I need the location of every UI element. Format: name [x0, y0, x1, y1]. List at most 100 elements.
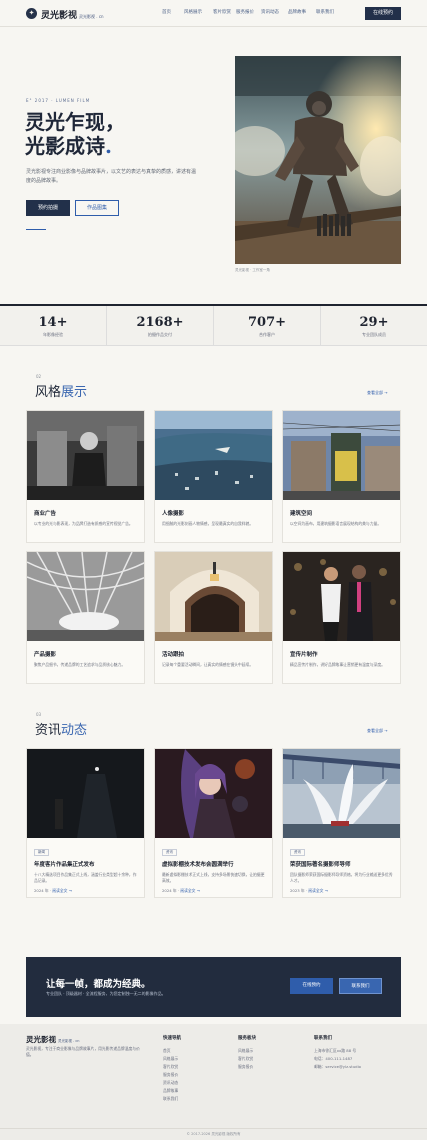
footer-link[interactable]: 资讯动态 [163, 1079, 181, 1087]
news-card-title: 荣获国际著名摄影师导师 [290, 862, 351, 868]
style-card-title: 宣传片制作 [290, 652, 318, 658]
nav-item-brand[interactable]: 品牌故事 [288, 9, 316, 15]
hero-image [235, 56, 401, 264]
style-card-title: 人像摄影 [162, 511, 185, 517]
logo-icon[interactable]: ✦ [26, 8, 37, 19]
styles-title-accent: 展示 [61, 385, 88, 400]
news-title-accent: 动态 [61, 723, 88, 738]
stat-item: 2168+ 拍摄作品交付 [107, 306, 214, 345]
news-card-desc: 最新虚拟影棚技术正式上线，支持多场景快速切换，让拍摄更高效。 [162, 872, 265, 883]
news-tag: 新闻 [34, 849, 49, 856]
cta-banner: 让每一帧，都成为经典。 专业团队 · 顶级器材 · 全流程服务，为您定制独一无二… [26, 957, 401, 1017]
footer-column-title: 服务板块 [238, 1036, 256, 1041]
style-card[interactable]: 人像摄影 用细腻的光影刻画人物情感，呈现最真实的自我样貌。 [154, 410, 273, 543]
nav-item-styles[interactable]: 风格展示 [184, 9, 213, 15]
stat-number: 14+ [38, 315, 68, 330]
footer-logo[interactable]: 灵光影视 灵光影视 . cn [26, 1034, 79, 1045]
hero-title-dot: . [105, 134, 112, 158]
style-card[interactable]: 活动跟拍 记录每个重要活动瞬间，让真实的情感在镜头中延续。 [154, 551, 273, 684]
news-section-title: 资讯动态 [35, 719, 87, 738]
portfolio-button[interactable]: 作品图集 [75, 200, 119, 216]
news-tag: 资讯 [162, 849, 177, 856]
stat-label: 拍摄作品交付 [148, 332, 172, 337]
news-date: 2023 年 [290, 888, 305, 893]
style-card-title: 产品摄影 [34, 652, 57, 658]
news-view-all-link[interactable]: 查看全部 → [367, 728, 388, 734]
news-card-image [283, 749, 400, 838]
news-card-desc: 团队摄影师荣获国际摄影师导师资格，将为行业输送更多优秀人才。 [290, 872, 393, 883]
styles-section-mark: 02 [36, 374, 42, 379]
style-card-desc: 精品宣传片制作，讲好品牌故事让营销更有温度与深度。 [290, 662, 385, 667]
hero-description: 灵光影视专注商业影像与品牌故事片，以文艺的表达与真挚的质感，讲述有温度的品牌故事… [26, 169, 197, 184]
stat-item: 14+ 年影像经验 [0, 306, 107, 345]
site-logo[interactable]: 灵光影视 灵光影视 . cn [41, 8, 104, 21]
style-card-image [283, 552, 400, 641]
style-card-image [27, 552, 144, 641]
logo-subtext: 灵光影视 . cn [79, 14, 104, 19]
footer-link[interactable]: 品牌故事 [163, 1087, 181, 1095]
banner-contact-button[interactable]: 联系我们 [339, 978, 382, 994]
style-card-desc: 聚焦产品细节，传递品牌的工艺追求与品质核心魅力。 [34, 662, 126, 667]
stats-bar: 14+ 年影像经验 2168+ 拍摄作品交付 707+ 合作客户 29+ 专业团队成员 [0, 304, 427, 346]
footer-link[interactable]: 风格展示 [238, 1047, 256, 1055]
news-card[interactable]: 资讯 虚拟影棚技术发布会圆满举行 最新虚拟影棚技术正式上线，支持多场景快速切换，… [154, 748, 273, 898]
hero-caption: 灵光影视 · 工作室一角 [235, 268, 270, 272]
style-card-image [155, 411, 272, 500]
footer-column-title: 快速导航 [163, 1036, 181, 1041]
stat-number: 29+ [359, 315, 389, 330]
news-read-more-link[interactable]: 阅读全文 → [52, 888, 72, 893]
news-card-desc: 十八大精选项目作品集正式上线，涵盖行业类型超十余种，作品记录。 [34, 872, 137, 883]
style-card-desc: 以空间为画布，用建筑摄影语言展现结构的美与力量。 [290, 521, 382, 526]
book-online-button[interactable]: 在线预约 [365, 7, 401, 20]
style-card-title: 活动跟拍 [162, 652, 185, 658]
nav-item-home[interactable]: 首页 [162, 9, 184, 15]
nav-item-gallery[interactable]: 客片欣赏 [213, 9, 236, 15]
news-card[interactable]: 新闻 年度客片作品集正式发布 十八大精选项目作品集正式上线，涵盖行业类型超十余种… [26, 748, 145, 898]
stat-item: 29+ 专业团队成员 [321, 306, 427, 345]
footer-address: 上海市徐汇区xx路 88 号 [314, 1048, 357, 1053]
hero-title: 灵光乍现， 光影成诗. [25, 110, 125, 158]
nav-item-contact[interactable]: 联系我们 [316, 9, 341, 15]
news-date: 2024 年 [34, 888, 49, 893]
style-card[interactable]: 宣传片制作 精品宣传片制作，讲好品牌故事让营销更有温度与深度。 [282, 551, 401, 684]
style-card-image [283, 411, 400, 500]
style-card[interactable]: 产品摄影 聚焦产品细节，传递品牌的工艺追求与品质核心魅力。 [26, 551, 145, 684]
footer-email[interactable]: 邮箱：service@ylz.studio [314, 1063, 361, 1071]
news-card[interactable]: 资讯 荣获国际著名摄影师导师 团队摄影师荣获国际摄影师导师资格，将为行业输送更多… [282, 748, 401, 898]
footer-link[interactable]: 客片欣赏 [238, 1055, 256, 1063]
stat-label: 年影像经验 [43, 332, 63, 337]
news-title-main: 资讯 [35, 723, 62, 738]
nav-item-pricing[interactable]: 服务报价 [236, 9, 261, 15]
site-footer: 灵光影视 灵光影视 . cn 灵光影视，专注于商业影像与品牌故事片，用光影传递品牌… [0, 1024, 427, 1140]
footer-column-title: 联系我们 [314, 1036, 332, 1041]
footer-link[interactable]: 客片欣赏 [163, 1063, 181, 1071]
style-card-title: 商业广告 [34, 511, 57, 517]
book-shoot-button[interactable]: 预约拍摄 [26, 200, 70, 216]
style-card[interactable]: 商业广告 以专业的光与影表现，为品牌打造有质感的宣传视觉广告。 [26, 410, 145, 543]
footer-link[interactable]: 联系我们 [163, 1095, 181, 1103]
footer-logo-subtext: 灵光影视 . cn [58, 1039, 80, 1043]
nav-item-news[interactable]: 资讯动态 [261, 9, 288, 15]
footer-link[interactable]: 首页 [163, 1047, 181, 1055]
styles-view-all-link[interactable]: 查看全部 → [367, 390, 388, 396]
news-tag: 资讯 [290, 849, 305, 856]
style-card[interactable]: 建筑空间 以空间为画布，用建筑摄影语言展现结构的美与力量。 [282, 410, 401, 543]
style-card-desc: 记录每个重要活动瞬间，让真实的情感在镜头中延续。 [162, 662, 254, 667]
news-read-more-link[interactable]: 阅读全文 → [180, 888, 200, 893]
news-read-more-link[interactable]: 阅读全文 → [308, 888, 328, 893]
copyright: © 2017-2026 灵光影视 版权所有 [0, 1128, 427, 1137]
footer-link[interactable]: 风格展示 [163, 1055, 181, 1063]
hero-title-line1: 灵光乍现， [25, 110, 125, 134]
news-date: 2024 年 [162, 888, 177, 893]
banner-book-button[interactable]: 在线预约 [290, 978, 333, 994]
styles-title-main: 风格 [35, 385, 62, 400]
stat-number: 2168+ [136, 315, 184, 330]
style-card-desc: 用细腻的光影刻画人物情感，呈现最真实的自我样貌。 [162, 521, 254, 526]
news-meta: 2024 年 · 阅读全文 → [34, 888, 72, 893]
footer-link[interactable]: 服务报价 [163, 1071, 181, 1079]
style-card-image [155, 552, 272, 641]
news-card-title: 年度客片作品集正式发布 [34, 862, 95, 868]
footer-link[interactable]: 服务报价 [238, 1063, 256, 1071]
style-card-desc: 以专业的光与影表现，为品牌打造有质感的宣传视觉广告。 [34, 521, 133, 526]
stat-number: 707+ [247, 315, 287, 330]
